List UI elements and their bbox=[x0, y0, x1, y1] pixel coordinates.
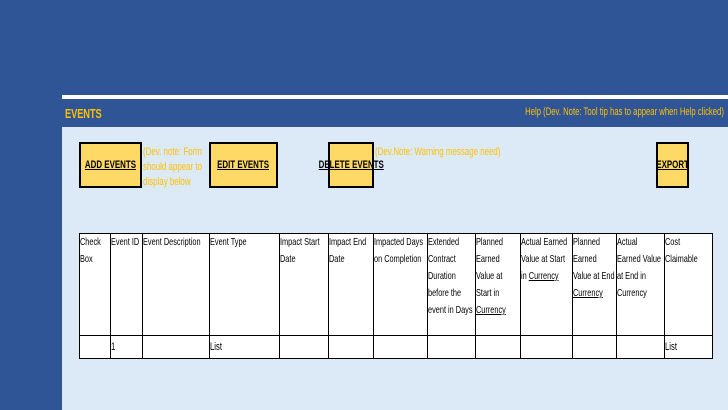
add-events-dev-note: (Dev. note: Form should appear to displa… bbox=[143, 146, 203, 188]
table-cell[interactable] bbox=[327, 335, 374, 359]
add-events-label: ADD EVENTS bbox=[84, 159, 137, 171]
events-header-bar: EVENTS Help (Dev. Note: Tool tip has to … bbox=[62, 99, 728, 127]
column-header-label: Impact End Date bbox=[328, 236, 366, 265]
column-header-label: Event Type bbox=[209, 236, 247, 248]
edit-events-button[interactable]: EDIT EVENTS bbox=[209, 142, 278, 188]
column-header: Planned Earned Value at End Currency bbox=[571, 233, 617, 336]
column-header-label: Actual Earned Value at Start in Currency bbox=[520, 236, 568, 282]
help-link[interactable]: Help (Dev. Note: Tool tip has to appear … bbox=[525, 106, 724, 118]
column-header: Check Box bbox=[79, 233, 111, 336]
edit-events-label: EDIT EVENTS bbox=[217, 159, 270, 171]
column-header-label: Planned Earned Value at Start in Currenc… bbox=[475, 236, 506, 316]
column-header: Actual Earned Value at Start in Currency bbox=[519, 233, 573, 336]
table-cell[interactable] bbox=[571, 335, 617, 359]
page-title: EVENTS bbox=[65, 106, 102, 121]
cost-claimable-dropdown[interactable]: List bbox=[663, 335, 713, 359]
events-table: Check Box Event ID Event Description Eve… bbox=[79, 233, 713, 359]
column-header-label: Cost Claimable bbox=[664, 236, 698, 265]
events-panel: ADD EVENTS (Dev. note: Form should appea… bbox=[62, 127, 728, 410]
table-cell[interactable] bbox=[278, 335, 329, 359]
column-header: Impact Start Date bbox=[278, 233, 329, 336]
column-header: Impact End Date bbox=[327, 233, 374, 336]
column-header: Cost Claimable bbox=[663, 233, 713, 336]
table-cell[interactable] bbox=[474, 335, 521, 359]
cell-value: List bbox=[209, 341, 222, 353]
column-header-label: Impacted Days on Completion bbox=[373, 236, 423, 265]
table-cell[interactable]: 1 bbox=[109, 335, 143, 359]
table-cell[interactable] bbox=[141, 335, 210, 359]
column-header-label: Check Box bbox=[80, 236, 101, 265]
table-cell[interactable] bbox=[426, 335, 476, 359]
cell-value: List bbox=[664, 341, 677, 353]
column-header-label: Planned Earned Value at End Currency bbox=[572, 236, 615, 299]
column-header-label: Actual Earned Value at End in Currency bbox=[616, 236, 661, 299]
column-header: Planned Earned Value at Start in Currenc… bbox=[474, 233, 521, 336]
events-sheet: EVENTS Help (Dev. Note: Tool tip has to … bbox=[62, 95, 728, 410]
table-cell[interactable] bbox=[615, 335, 665, 359]
table-row: 1 List List bbox=[79, 335, 713, 359]
table-cell[interactable] bbox=[519, 335, 573, 359]
export-label: EXPORT bbox=[656, 159, 689, 171]
column-header: Event Type bbox=[208, 233, 280, 336]
column-header: Extended Contract Duration before the ev… bbox=[426, 233, 476, 336]
column-header: Impacted Days on Completion bbox=[372, 233, 428, 336]
table-header-row: Check Box Event ID Event Description Eve… bbox=[79, 233, 713, 336]
event-type-dropdown[interactable]: List bbox=[208, 335, 280, 359]
delete-events-label: DELETE EVENTS bbox=[318, 159, 384, 171]
cell-value: 1 bbox=[110, 341, 116, 353]
delete-events-button[interactable]: DELETE EVENTS bbox=[318, 142, 384, 188]
column-header: Event Description bbox=[141, 233, 210, 336]
column-header: Event ID bbox=[109, 233, 143, 336]
column-header: Actual Earned Value at End in Currency bbox=[615, 233, 665, 336]
delete-events-dev-note: (Dev.Note: Warning message need) bbox=[375, 146, 501, 158]
column-header-label: Impact Start Date bbox=[279, 236, 320, 265]
export-button[interactable]: EXPORT bbox=[656, 142, 689, 188]
table-cell[interactable] bbox=[372, 335, 428, 359]
column-header-label: Extended Contract Duration before the ev… bbox=[427, 236, 473, 316]
add-events-button[interactable]: ADD EVENTS bbox=[79, 142, 142, 188]
column-header-label: Event ID bbox=[110, 236, 139, 248]
column-header-label: Event Description bbox=[142, 236, 201, 248]
checkbox-cell[interactable] bbox=[79, 335, 111, 359]
